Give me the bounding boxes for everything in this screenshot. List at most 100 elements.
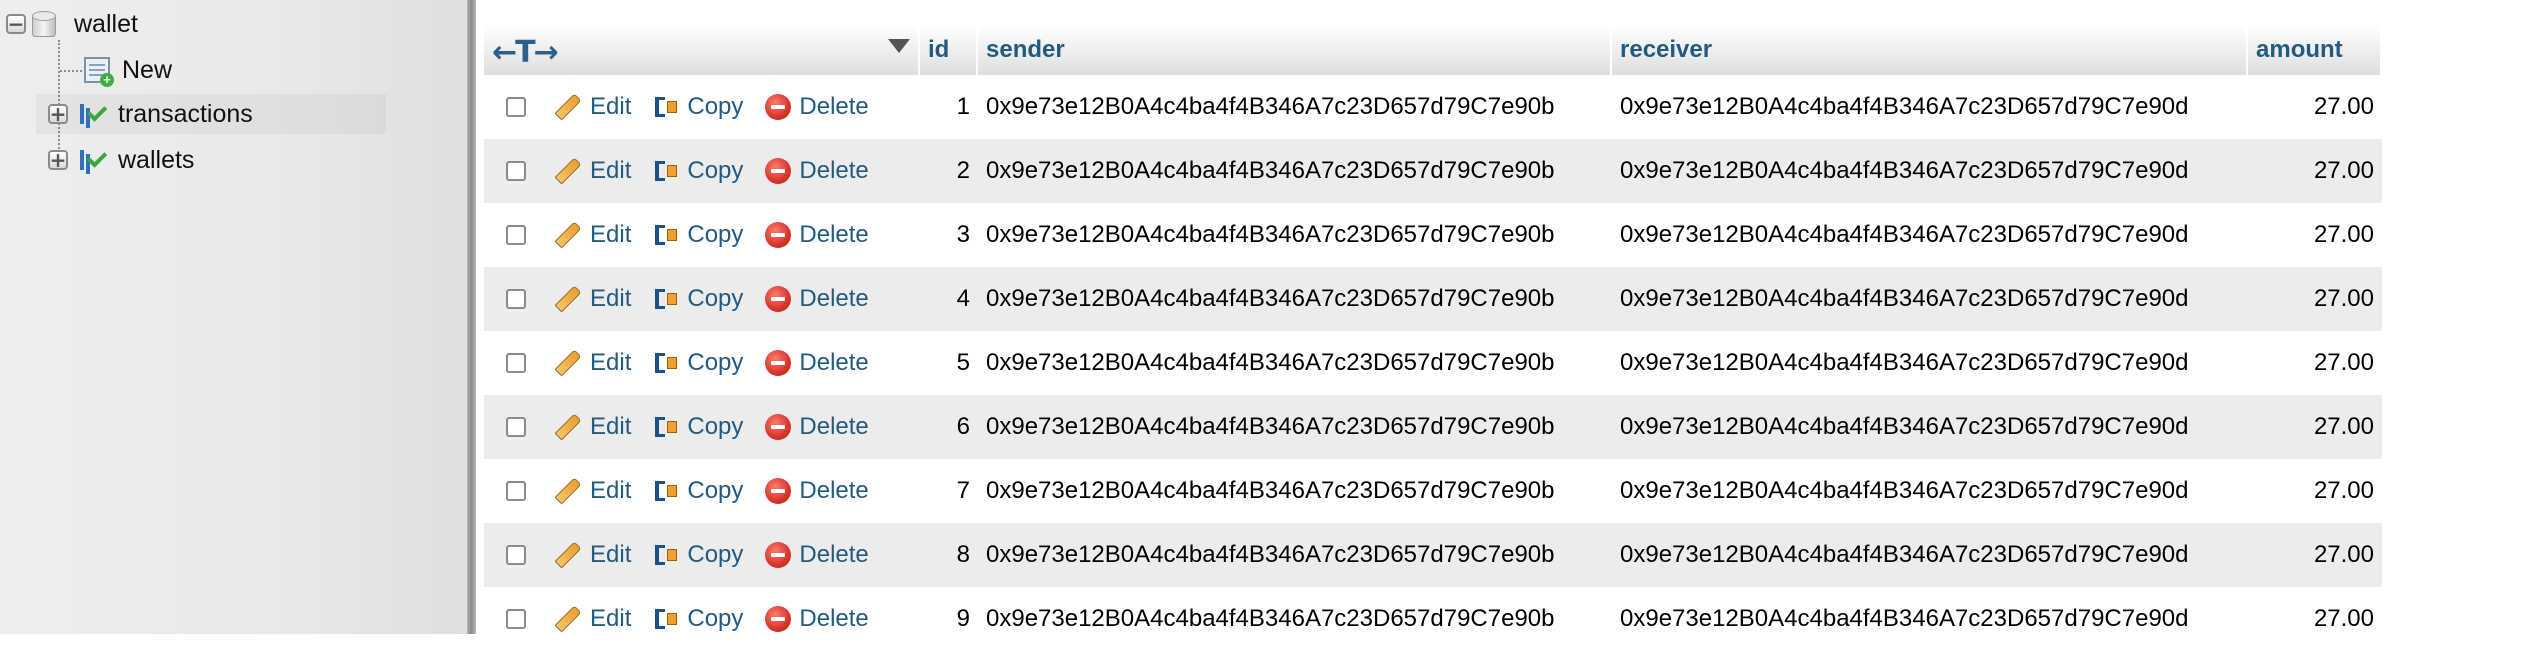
- row-select-checkbox[interactable]: [506, 545, 526, 566]
- copy-button[interactable]: Copy: [653, 605, 743, 633]
- edit-button[interactable]: Edit: [550, 349, 631, 377]
- edit-label[interactable]: Edit: [590, 221, 631, 249]
- delete-button[interactable]: Delete: [765, 541, 869, 569]
- sidebar-resize-handle[interactable]: [467, 0, 476, 634]
- delete-label[interactable]: Delete: [799, 349, 868, 377]
- edit-label[interactable]: Edit: [590, 605, 631, 633]
- delete-button[interactable]: Delete: [765, 605, 869, 633]
- expand-icon[interactable]: +: [48, 150, 68, 170]
- delete-label[interactable]: Delete: [799, 477, 868, 505]
- delete-label[interactable]: Delete: [799, 285, 868, 313]
- tree-item-label[interactable]: transactions: [118, 100, 253, 129]
- edit-label[interactable]: Edit: [590, 541, 631, 569]
- table-row: Edit Copy Delete 3 0x9e73e12B0A4c4ba4f4B34…: [484, 203, 2382, 267]
- table-header-row: ←T→ id sender receiver amount: [484, 25, 2382, 75]
- delete-button[interactable]: Delete: [765, 157, 869, 185]
- cell-receiver: 0x9e73e12B0A4c4ba4f4B346A7c23D657d79C7e9…: [1612, 139, 2248, 203]
- column-header-id[interactable]: id: [920, 25, 978, 75]
- copy-button[interactable]: Copy: [653, 413, 743, 441]
- copy-button[interactable]: Copy: [653, 477, 743, 505]
- table-body: Edit Copy Delete 1 0x9e73e12B0A4c4ba4f4B34…: [484, 75, 2382, 651]
- edit-label[interactable]: Edit: [590, 349, 631, 377]
- copy-icon: [653, 607, 679, 631]
- edit-button[interactable]: Edit: [550, 605, 631, 633]
- pencil-icon: [554, 93, 582, 121]
- copy-button[interactable]: Copy: [653, 541, 743, 569]
- row-actions: Edit Copy Delete: [484, 75, 920, 139]
- tree-item-label[interactable]: New: [122, 56, 172, 85]
- edit-button[interactable]: Edit: [550, 541, 631, 569]
- edit-label[interactable]: Edit: [590, 477, 631, 505]
- column-header-amount[interactable]: amount: [2248, 25, 2382, 75]
- delete-button[interactable]: Delete: [765, 221, 869, 249]
- copy-button[interactable]: Copy: [653, 349, 743, 377]
- delete-button[interactable]: Delete: [765, 477, 869, 505]
- copy-label[interactable]: Copy: [687, 349, 743, 377]
- edit-button[interactable]: Edit: [550, 221, 631, 249]
- delete-label[interactable]: Delete: [799, 93, 868, 121]
- tree-item-label[interactable]: wallets: [118, 146, 194, 175]
- copy-label[interactable]: Copy: [687, 477, 743, 505]
- tree-item-wallets[interactable]: + wallets: [36, 140, 194, 180]
- cell-amount: 27.00: [2248, 587, 2382, 651]
- copy-label[interactable]: Copy: [687, 157, 743, 185]
- delete-label[interactable]: Delete: [799, 157, 868, 185]
- copy-button[interactable]: Copy: [653, 93, 743, 121]
- delete-button[interactable]: Delete: [765, 349, 869, 377]
- edit-label[interactable]: Edit: [590, 93, 631, 121]
- database-name[interactable]: wallet: [74, 10, 138, 39]
- edit-label[interactable]: Edit: [590, 285, 631, 313]
- copy-label[interactable]: Copy: [687, 285, 743, 313]
- copy-button[interactable]: Copy: [653, 285, 743, 313]
- tree-item-new[interactable]: + New: [84, 50, 172, 90]
- copy-label[interactable]: Copy: [687, 413, 743, 441]
- edit-button[interactable]: Edit: [550, 413, 631, 441]
- edit-button[interactable]: Edit: [550, 157, 631, 185]
- tree-item-transactions[interactable]: + transactions: [36, 94, 386, 134]
- cell-receiver: 0x9e73e12B0A4c4ba4f4B346A7c23D657d79C7e9…: [1612, 75, 2248, 139]
- collapse-icon[interactable]: −: [6, 14, 26, 34]
- edit-label[interactable]: Edit: [590, 157, 631, 185]
- row-select-checkbox[interactable]: [506, 97, 526, 118]
- copy-label[interactable]: Copy: [687, 221, 743, 249]
- delete-button[interactable]: Delete: [765, 93, 869, 121]
- sort-dropdown-icon[interactable]: [888, 39, 910, 53]
- edit-label[interactable]: Edit: [590, 413, 631, 441]
- delete-icon: [765, 478, 792, 505]
- copy-label[interactable]: Copy: [687, 541, 743, 569]
- row-select-checkbox[interactable]: [506, 353, 526, 374]
- cell-receiver: 0x9e73e12B0A4c4ba4f4B346A7c23D657d79C7e9…: [1612, 331, 2248, 395]
- delete-label[interactable]: Delete: [799, 605, 868, 633]
- delete-icon: [765, 286, 792, 313]
- row-select-checkbox[interactable]: [506, 417, 526, 438]
- copy-button[interactable]: Copy: [653, 157, 743, 185]
- row-select-checkbox[interactable]: [506, 225, 526, 246]
- row-select-checkbox[interactable]: [506, 481, 526, 502]
- cell-sender: 0x9e73e12B0A4c4ba4f4B346A7c23D657d79C7e9…: [978, 331, 1612, 395]
- edit-button[interactable]: Edit: [550, 477, 631, 505]
- delete-button[interactable]: Delete: [765, 285, 869, 313]
- edit-button[interactable]: Edit: [550, 285, 631, 313]
- row-select-checkbox[interactable]: [506, 161, 526, 182]
- pencil-icon: [554, 157, 582, 185]
- expand-icon[interactable]: +: [48, 104, 68, 124]
- delete-label[interactable]: Delete: [799, 221, 868, 249]
- copy-label[interactable]: Copy: [687, 93, 743, 121]
- delete-button[interactable]: Delete: [765, 413, 869, 441]
- delete-icon: [765, 350, 792, 377]
- cell-id: 7: [920, 459, 978, 523]
- delete-label[interactable]: Delete: [799, 413, 868, 441]
- row-select-checkbox[interactable]: [506, 609, 526, 630]
- row-select-checkbox[interactable]: [506, 289, 526, 310]
- edit-button[interactable]: Edit: [550, 93, 631, 121]
- column-resize-arrows-icon[interactable]: ←T→: [492, 35, 559, 70]
- pencil-icon: [554, 349, 582, 377]
- cell-amount: 27.00: [2248, 139, 2382, 203]
- copy-button[interactable]: Copy: [653, 221, 743, 249]
- delete-label[interactable]: Delete: [799, 541, 868, 569]
- copy-label[interactable]: Copy: [687, 605, 743, 633]
- column-header-sender[interactable]: sender: [978, 25, 1612, 75]
- delete-icon: [765, 542, 792, 569]
- column-header-receiver[interactable]: receiver: [1612, 25, 2248, 75]
- tree-item-database[interactable]: − wallet: [6, 4, 138, 44]
